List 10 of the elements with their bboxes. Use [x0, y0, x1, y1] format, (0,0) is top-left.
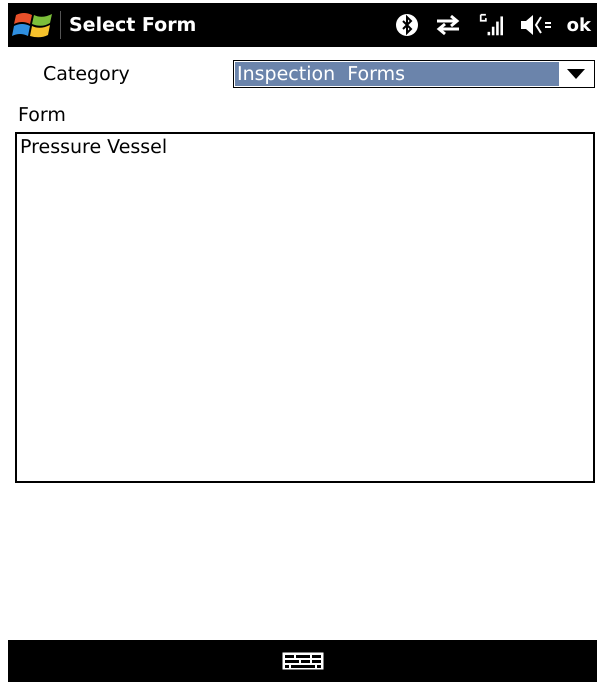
keyboard-icon[interactable]: [282, 652, 324, 670]
bluetooth-icon[interactable]: [394, 13, 419, 37]
form-label: Form: [18, 104, 67, 126]
ok-button[interactable]: ok: [566, 14, 591, 36]
category-label: Category: [43, 63, 131, 85]
speaker-icon[interactable]: [518, 13, 553, 37]
dropdown-arrow-icon: [567, 69, 585, 79]
window-title: Select Form: [69, 14, 198, 36]
list-item[interactable]: Pressure Vessel: [17, 134, 593, 160]
category-dropdown[interactable]: Inspection Forms: [233, 60, 595, 88]
